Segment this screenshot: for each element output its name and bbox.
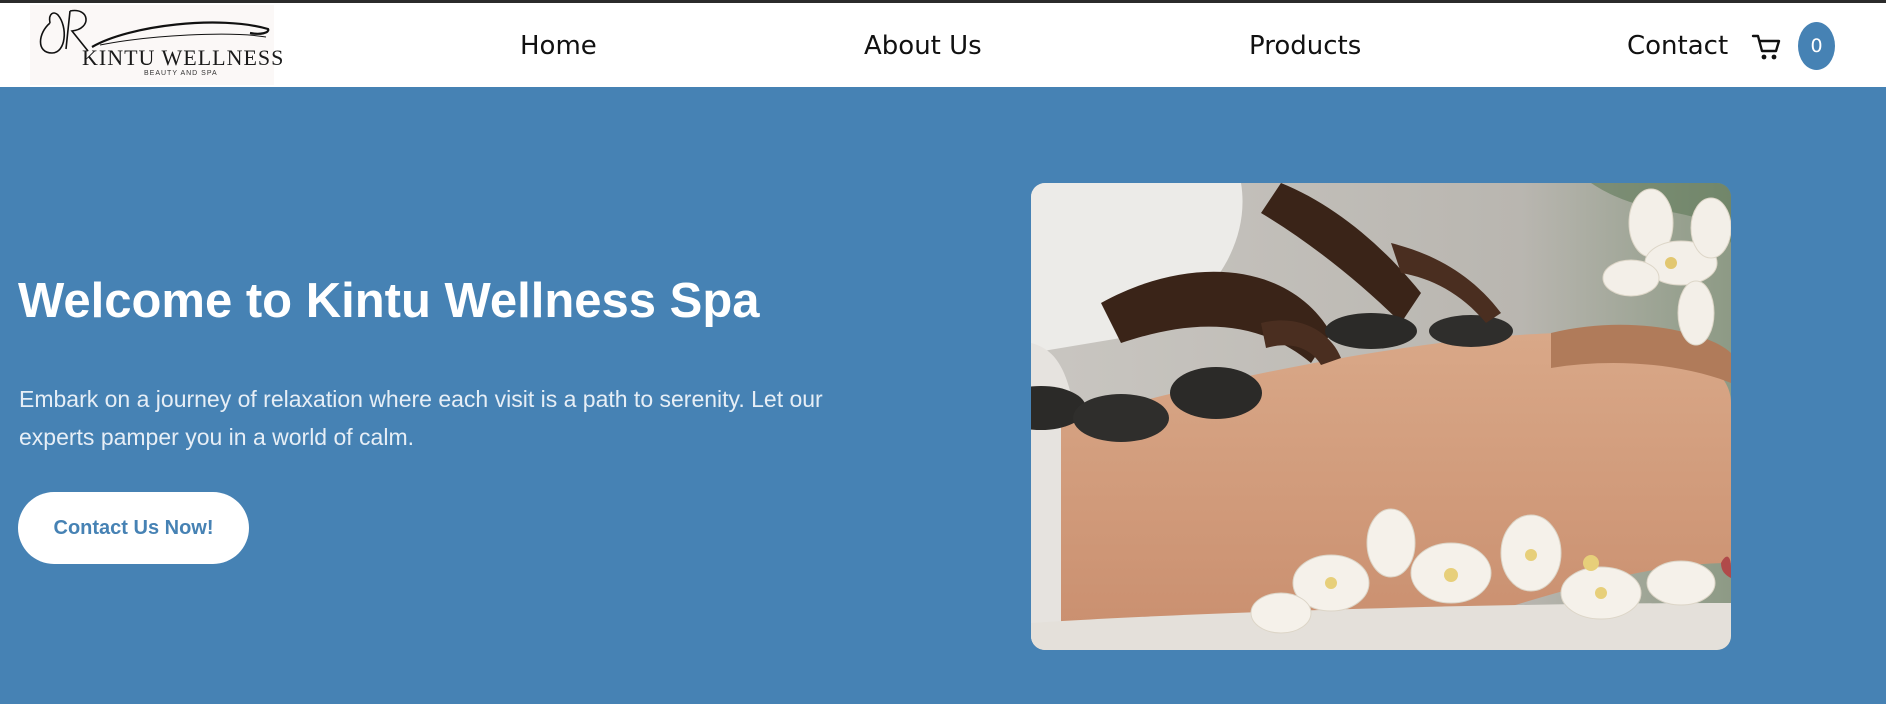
logo-name: KINTU WELLNESS	[82, 45, 285, 70]
cart-count-badge[interactable]: 0	[1798, 22, 1835, 70]
hero-spa-massage-image	[1031, 183, 1731, 650]
hero-description: Embark on a journey of relaxation where …	[19, 386, 823, 450]
brand-logo[interactable]: KINTU WELLNESS BEAUTY AND SPA	[30, 5, 283, 85]
nav-item-contact[interactable]: Contact	[1627, 31, 1728, 61]
contact-us-button[interactable]: Contact Us Now!	[18, 492, 249, 564]
shopping-cart-icon[interactable]	[1751, 33, 1781, 61]
nav-item-products[interactable]: Products	[1249, 31, 1361, 61]
nav-item-about-us[interactable]: About Us	[864, 31, 982, 61]
hero-title: Welcome to Kintu Wellness Spa	[18, 274, 760, 328]
nav-item-home[interactable]: Home	[520, 31, 597, 61]
logo-tagline: BEAUTY AND SPA	[144, 70, 218, 77]
navbar: KINTU WELLNESS BEAUTY AND SPA Home About…	[0, 3, 1886, 87]
